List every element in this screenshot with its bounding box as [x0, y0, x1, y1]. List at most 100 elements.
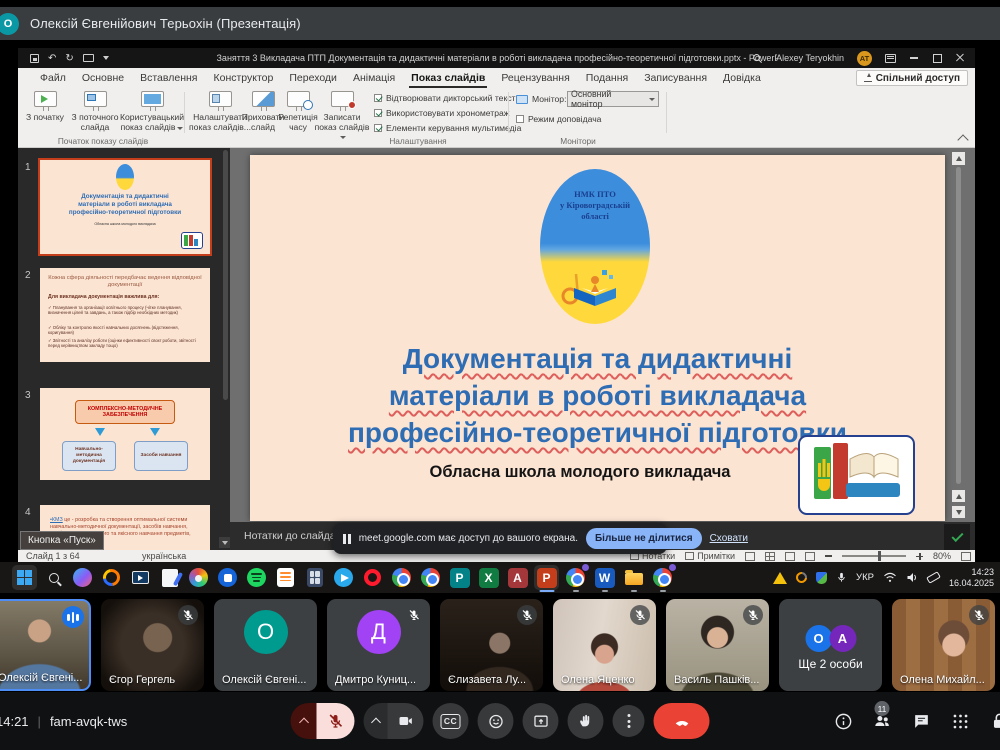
activities-button[interactable]	[949, 710, 971, 732]
overflow-tile[interactable]: О А Ще 2 особи	[779, 599, 882, 691]
captions-button[interactable]: CC	[433, 703, 469, 739]
zoom-in-icon[interactable]	[916, 553, 923, 560]
scrollbar-track[interactable]	[956, 167, 961, 484]
account-avatar[interactable]: AT	[857, 51, 872, 66]
participant-tile[interactable]: Олена Михайл...	[892, 599, 995, 691]
from-beginning-button[interactable]: З початку	[24, 91, 66, 123]
slide-sorter-view-icon[interactable]	[765, 552, 775, 561]
sticky-notes-icon[interactable]	[273, 565, 298, 590]
comments-toggle[interactable]: Примітки	[685, 551, 735, 561]
participant-tile[interactable]: Єлизавета Лу...	[440, 599, 543, 691]
battery-icon[interactable]	[926, 571, 941, 584]
undo-icon[interactable]: ↶	[48, 53, 56, 64]
participant-tile[interactable]: О Олексій Євгені...	[214, 599, 317, 691]
chrome-profile-icon[interactable]	[563, 565, 588, 590]
zoom-level[interactable]: 80%	[933, 551, 951, 561]
ribbon-display-options-icon[interactable]	[885, 54, 896, 63]
participant-tile[interactable]: Василь Пашків...	[666, 599, 769, 691]
paint-icon[interactable]	[186, 565, 211, 590]
tab-design[interactable]: Конструктор	[205, 68, 281, 88]
present-button[interactable]	[523, 703, 559, 739]
record-slideshow-button[interactable]: Записати показ слайдів	[314, 91, 370, 142]
language-tray[interactable]: УКР	[856, 572, 874, 583]
chrome-icon[interactable]	[389, 565, 414, 590]
thumbnail-scroll-down-icon[interactable]	[219, 537, 230, 548]
custom-show-button[interactable]: Користувацький показ слайдів	[124, 91, 180, 132]
speaker-icon[interactable]	[906, 572, 918, 583]
spotify-icon[interactable]	[244, 565, 269, 590]
blue-app-icon[interactable]	[215, 565, 240, 590]
host-controls-button[interactable]	[988, 710, 1000, 732]
tab-view[interactable]: Подання	[578, 68, 636, 88]
copilot-icon[interactable]	[70, 565, 95, 590]
calculator-icon[interactable]	[302, 565, 327, 590]
thumbnail-scrollbar[interactable]	[223, 150, 228, 400]
slide-canvas[interactable]: НМК ПТО у Кіровоградській області	[250, 155, 945, 521]
camera-options-chevron-icon[interactable]	[364, 703, 388, 739]
raise-hand-button[interactable]	[568, 703, 604, 739]
tab-transitions[interactable]: Переходи	[281, 68, 345, 88]
normal-view-icon[interactable]	[745, 552, 755, 561]
minimize-button[interactable]	[909, 53, 919, 63]
tab-file[interactable]: Файл	[32, 68, 74, 88]
tab-review[interactable]: Рецензування	[493, 68, 577, 88]
next-slide-icon[interactable]	[952, 506, 965, 518]
tab-slideshow[interactable]: Показ слайдів	[403, 68, 493, 88]
monitor-select[interactable]: Основний монітор	[567, 91, 659, 107]
fit-to-window-icon[interactable]	[961, 552, 971, 561]
security-shield-icon[interactable]	[816, 572, 827, 584]
media-controls-checkbox[interactable]: Елементи керування мультимедіа	[374, 123, 521, 133]
reactions-button[interactable]	[478, 703, 514, 739]
microphone-tray-icon[interactable]	[836, 571, 847, 584]
stop-sharing-button[interactable]: Більше не ділитися	[586, 528, 702, 549]
telegram-icon[interactable]	[331, 565, 356, 590]
slide-thumbnail-3[interactable]: КОМПЛЕКСНО-МЕТОДИЧНЕ ЗАБЕЗПЕЧЕННЯ Навчал…	[40, 388, 210, 480]
slide-scrollbar[interactable]	[952, 152, 965, 518]
search-icon[interactable]	[41, 565, 66, 590]
google-drive-icon[interactable]	[773, 572, 787, 584]
participants-button[interactable]: 11	[871, 710, 893, 732]
participant-tile[interactable]: Д Дмитро Куниц...	[327, 599, 430, 691]
zoom-out-icon[interactable]	[825, 555, 832, 557]
close-button[interactable]	[955, 53, 965, 63]
tab-home[interactable]: Основне	[74, 68, 132, 88]
share-button[interactable]: Спільний доступ	[856, 70, 968, 86]
tab-help[interactable]: Довідка	[715, 68, 769, 88]
reading-view-icon[interactable]	[785, 552, 795, 561]
save-icon[interactable]	[30, 54, 39, 63]
participant-tile[interactable]: Олексій Євгені...	[0, 599, 91, 691]
slideshow-icon[interactable]	[83, 54, 94, 62]
update-icon[interactable]	[794, 570, 809, 585]
more-options-button[interactable]	[613, 705, 645, 737]
meeting-details-button[interactable]	[832, 710, 854, 732]
start-button-icon[interactable]	[12, 565, 37, 590]
chrome-icon[interactable]	[418, 565, 443, 590]
language-indicator[interactable]: українська	[142, 551, 186, 561]
search-icon[interactable]	[752, 53, 763, 64]
scroll-up-icon[interactable]	[952, 152, 965, 165]
tab-insert[interactable]: Вставлення	[132, 68, 205, 88]
slideshow-view-icon[interactable]	[805, 552, 815, 561]
tab-animations[interactable]: Анімація	[345, 68, 403, 88]
word-icon[interactable]: W	[592, 565, 617, 590]
use-timings-checkbox[interactable]: Використовувати хронометраж	[374, 108, 510, 118]
excel-icon[interactable]: X	[476, 565, 501, 590]
participant-tile[interactable]: Олена Яценко	[553, 599, 656, 691]
previous-slide-icon[interactable]	[952, 490, 965, 502]
participant-tile[interactable]: Єгор Гергель	[101, 599, 204, 691]
publisher-icon[interactable]: P	[447, 565, 472, 590]
hide-link[interactable]: Сховати	[710, 533, 748, 544]
powerpoint-icon[interactable]: P	[534, 565, 559, 590]
clock[interactable]: 14:23 16.04.2025	[949, 567, 994, 588]
leave-call-button[interactable]	[654, 703, 710, 739]
zoom-slider[interactable]	[842, 555, 906, 557]
zoom-slider-thumb[interactable]	[878, 551, 882, 561]
file-explorer-icon[interactable]	[621, 565, 646, 590]
slide-thumbnail-1[interactable]: Документація та дидактичні матеріали в р…	[40, 160, 210, 254]
collapse-ribbon-icon[interactable]	[957, 134, 968, 145]
media-app-icon[interactable]	[99, 565, 124, 590]
restore-button[interactable]	[932, 53, 942, 63]
opera-icon[interactable]	[360, 565, 385, 590]
account-name[interactable]: Alexey Teryokhin	[776, 53, 844, 63]
camera-button[interactable]	[388, 703, 424, 739]
